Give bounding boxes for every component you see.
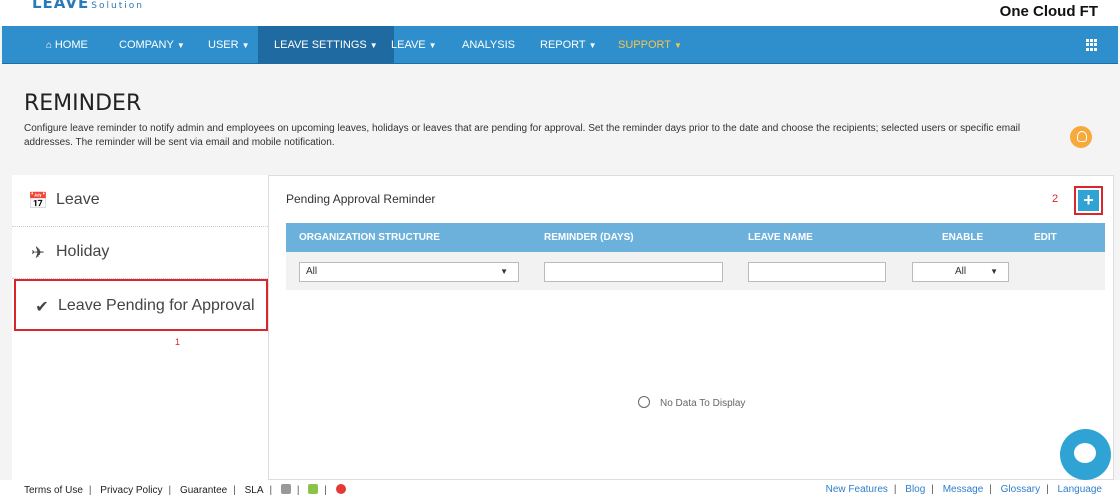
annotation-marker-2: 2 — [1052, 193, 1059, 205]
reminder-panel — [268, 175, 1114, 480]
check-icon: ✔ — [35, 299, 49, 316]
caret-down-icon: ▼ — [500, 267, 508, 276]
brand-bar: LEAVE Solution One Cloud FT — [0, 0, 1120, 26]
column-header: ORGANIZATION STRUCTURE — [299, 232, 440, 243]
no-data-icon — [638, 396, 650, 408]
nav-support[interactable]: SUPPORT ▼ — [602, 26, 698, 64]
terms-link[interactable]: Terms of Use — [24, 485, 83, 496]
org-structure-filter[interactable]: All ▼ — [299, 262, 519, 282]
enable-filter[interactable]: All ▼ — [912, 262, 1009, 282]
column-header: EDIT — [1034, 232, 1057, 243]
column-header: LEAVE NAME — [748, 232, 813, 243]
nav-user[interactable]: USER ▼ — [192, 26, 265, 64]
footer-left-links: Terms of Use | Privacy Policy | Guarantee |… — [24, 484, 346, 496]
panel-title: Pending Approval Reminder — [286, 192, 436, 206]
empty-state: No Data To Display — [638, 396, 745, 409]
plane-icon: ✈ — [31, 245, 45, 262]
company-name: One Cloud FT — [999, 3, 1098, 20]
privacy-link[interactable]: Privacy Policy — [100, 485, 162, 496]
sla-link[interactable]: SLA — [245, 485, 264, 496]
apps-grid-icon[interactable] — [1086, 39, 1098, 51]
sidebar-item-pending-approval[interactable]: ✔ Leave Pending for Approval — [14, 279, 268, 331]
caret-down-icon: ▼ — [588, 41, 597, 50]
huawei-icon[interactable] — [335, 484, 346, 494]
leave-name-filter[interactable] — [748, 262, 886, 282]
nav-analysis[interactable]: ANALYSIS — [446, 26, 531, 64]
message-link[interactable]: Message — [943, 484, 984, 495]
column-header: REMINDER (DAYS) — [544, 232, 634, 243]
logo[interactable]: LEAVE Solution — [32, 0, 144, 12]
chat-bubble-icon[interactable] — [1060, 429, 1111, 480]
table-header: ORGANIZATION STRUCTURE REMINDER (DAYS) L… — [286, 223, 1105, 252]
nav-leave-settings[interactable]: LEAVE SETTINGS ▼ — [258, 26, 394, 64]
guarantee-link[interactable]: Guarantee — [180, 485, 227, 496]
nav-leave[interactable]: LEAVE ▼ — [375, 26, 453, 64]
language-link[interactable]: Language — [1058, 484, 1103, 495]
filter-row: All ▼ All ▼ — [286, 252, 1105, 290]
page-title: REMINDER — [24, 91, 142, 116]
annotation-marker-1: 1 — [175, 337, 181, 347]
caret-down-icon: ▼ — [673, 41, 682, 50]
nav-home[interactable]: ⌂ HOME — [30, 26, 104, 64]
page-description: Configure leave reminder to notify admin… — [24, 123, 1021, 148]
nav-report[interactable]: REPORT ▼ — [524, 26, 613, 64]
footer-right-links: New Features | Blog | Message | Glossary | L… — [825, 484, 1103, 495]
blog-link[interactable]: Blog — [905, 484, 925, 495]
nav-company[interactable]: COMPANY ▼ — [103, 26, 201, 64]
caret-down-icon: ▼ — [176, 41, 185, 50]
sidebar-item-holiday[interactable]: ✈ Holiday — [12, 227, 268, 279]
sidebar-item-leave[interactable]: 📅 Leave — [12, 175, 268, 227]
main-nav: ⌂ HOME COMPANY ▼ USER ▼ LEAVE SETTINGS ▼ LE… — [2, 26, 1118, 64]
apple-icon[interactable] — [280, 484, 291, 494]
sidebar: 📅 Leave ✈ Holiday ✔ Leave Pending for Ap… — [12, 175, 268, 480]
column-header: ENABLE — [942, 232, 984, 243]
caret-down-icon: ▼ — [241, 41, 250, 50]
caret-down-icon: ▼ — [990, 267, 998, 276]
plus-icon: + — [1078, 190, 1099, 211]
home-icon: ⌂ — [46, 40, 55, 51]
new-features-link[interactable]: New Features — [826, 484, 888, 495]
calendar-icon: 📅 — [28, 193, 48, 210]
glossary-link[interactable]: Glossary — [1001, 484, 1040, 495]
caret-down-icon: ▼ — [428, 41, 437, 50]
android-icon[interactable] — [308, 484, 319, 494]
footer: Terms of Use | Privacy Policy | Guarantee |… — [0, 480, 1120, 502]
add-reminder-button[interactable]: + — [1074, 186, 1103, 215]
lightbulb-icon[interactable] — [1070, 126, 1092, 148]
reminder-days-filter[interactable] — [544, 262, 723, 282]
